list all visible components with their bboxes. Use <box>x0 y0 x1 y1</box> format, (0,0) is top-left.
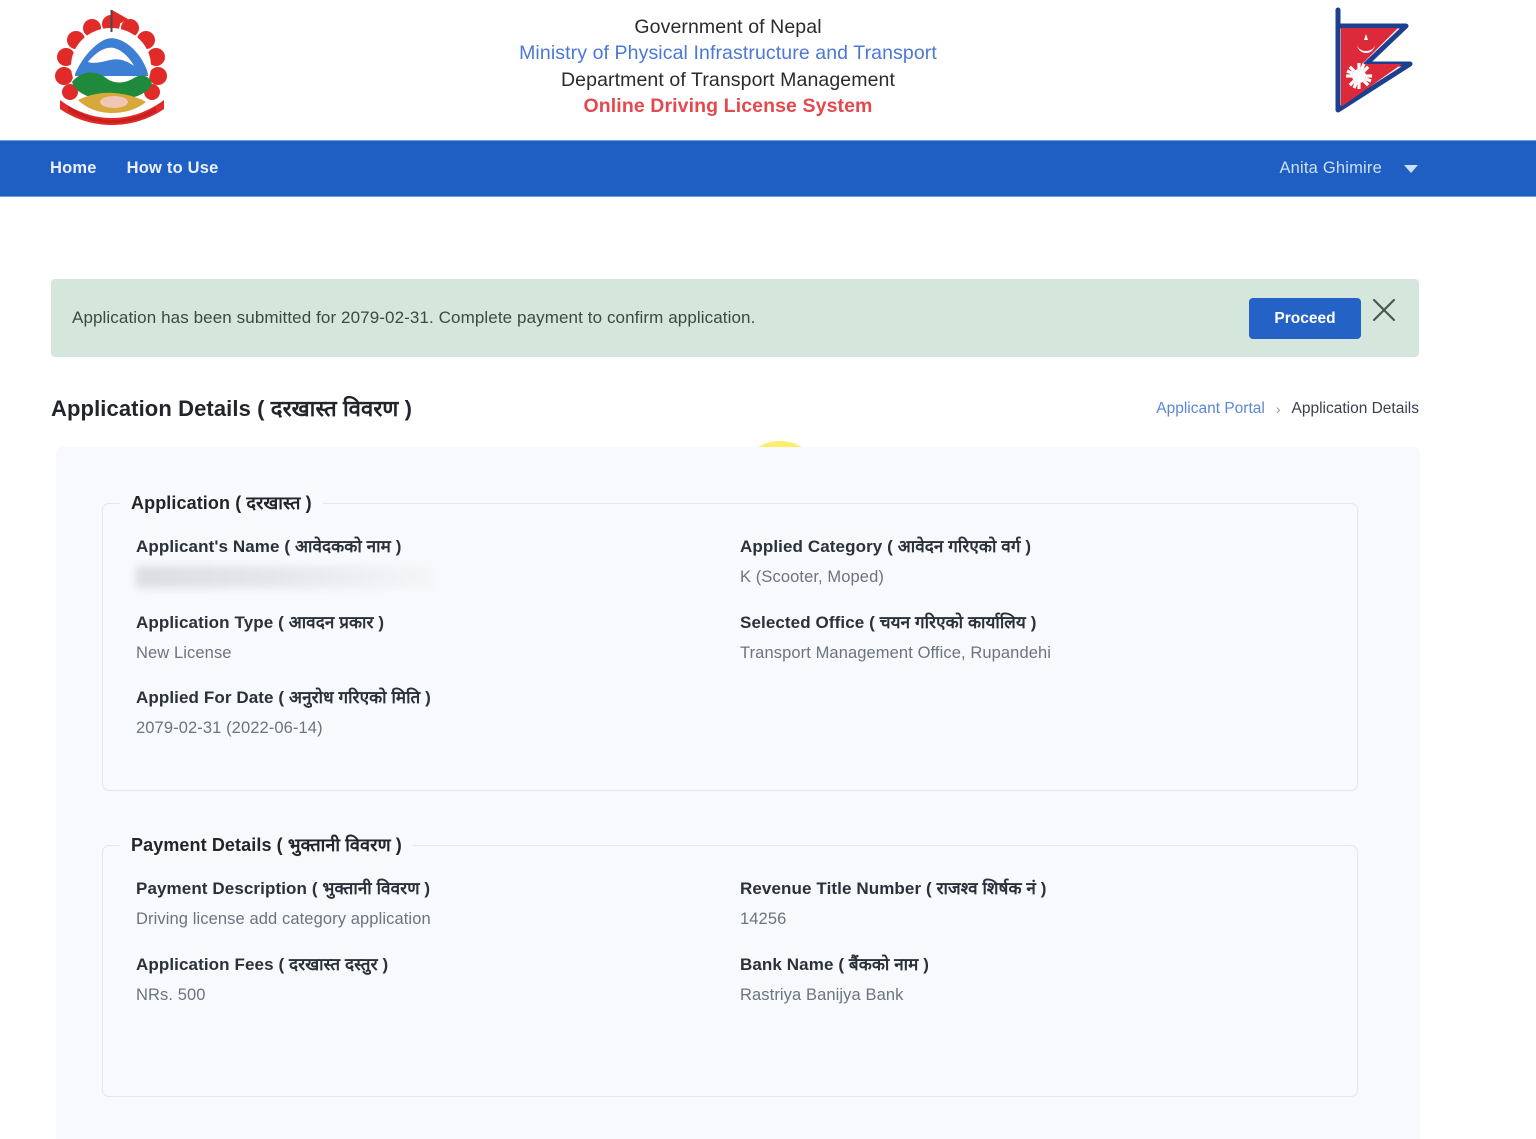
field-selected-office: Selected Office ( चयन गरिएको कार्यालिय )… <box>740 612 1051 664</box>
field-label: Applied For Date ( अनुरोध गरिएको मिति ) <box>136 688 431 707</box>
field-value: Driving license add category application <box>136 910 431 929</box>
field-value: K (Scooter, Moped) <box>740 568 884 587</box>
submission-alert: Application has been submitted for 2079-… <box>51 279 1419 357</box>
application-section-legend: Application ( दरखास्त ) <box>120 491 323 515</box>
field-application-fees: Application Fees ( दरखास्त दस्तुर ) NRs.… <box>136 954 388 1006</box>
field-value: Rastriya Banijya Bank <box>740 986 904 1005</box>
payment-details-section: Payment Details ( भुक्तानी विवरण ) Payme… <box>102 833 1358 1097</box>
field-value: NRs. 500 <box>136 986 206 1005</box>
field-applicants-name: Applicant's Name ( आवेदकको नाम ) <box>136 536 432 589</box>
nepal-flag-icon <box>1332 6 1428 116</box>
main-navbar: Home How to Use Anita Ghimire <box>0 140 1536 197</box>
field-label: Application Type ( आवदन प्रकार ) <box>136 613 385 632</box>
field-bank-name: Bank Name ( बैंकको नाम ) Rastriya Banijy… <box>740 954 929 1006</box>
field-payment-description: Payment Description ( भुक्तानी विवरण ) D… <box>136 878 431 930</box>
page-title: Application Details ( दरखास्त विवरण ) <box>51 396 413 421</box>
site-header: Government of Nepal Ministry of Physical… <box>0 0 1536 140</box>
page-content: Application has been submitted for 2079-… <box>0 197 1536 1139</box>
field-applied-for-date: Applied For Date ( अनुरोध गरिएको मिति ) … <box>136 687 431 739</box>
header-title-block: Government of Nepal Ministry of Physical… <box>0 14 1456 120</box>
chevron-down-icon <box>1404 164 1418 173</box>
field-label: Selected Office ( चयन गरिएको कार्यालिय ) <box>740 613 1037 632</box>
breadcrumb-current: Application Details <box>1291 400 1419 417</box>
user-menu[interactable]: Anita Ghimire <box>1279 159 1418 178</box>
field-label: Payment Description ( भुक्तानी विवरण ) <box>136 879 431 898</box>
field-label: Revenue Title Number ( राजश्व शिर्षक नं … <box>740 879 1047 898</box>
header-line-system: Online Driving License System <box>583 95 873 117</box>
application-section: Application ( दरखास्त ) Applicant's Name… <box>102 491 1358 791</box>
field-value: 2079-02-31 (2022-06-14) <box>136 719 323 738</box>
header-line-ministry: Ministry of Physical Infrastructure and … <box>519 42 937 64</box>
header-line-department: Department of Transport Management <box>561 68 895 91</box>
breadcrumb: Applicant Portal › Application Details <box>1156 400 1419 418</box>
field-label: Applied Category ( आवेदन गरिएको वर्ग ) <box>740 537 1032 556</box>
field-value: 14256 <box>740 910 787 929</box>
field-revenue-title-number: Revenue Title Number ( राजश्व शिर्षक नं … <box>740 878 1047 930</box>
field-value: New License <box>136 644 232 663</box>
breadcrumb-separator-icon: › <box>1275 401 1281 417</box>
field-label: Bank Name ( बैंकको नाम ) <box>740 955 930 974</box>
nav-link-how-to-use[interactable]: How to Use <box>127 159 219 178</box>
nav-link-home[interactable]: Home <box>50 159 97 178</box>
field-label: Application Fees ( दरखास्त दस्तुर ) <box>136 955 389 974</box>
field-application-type: Application Type ( आवदन प्रकार ) New Lic… <box>136 612 384 664</box>
alert-proceed-button[interactable]: Proceed <box>1249 298 1361 339</box>
field-label: Applicant's Name ( आवेदकको नाम ) <box>136 537 402 556</box>
user-menu-name: Anita Ghimire <box>1279 159 1382 177</box>
field-value-redacted <box>136 566 432 589</box>
field-applied-category: Applied Category ( आवेदन गरिएको वर्ग ) K… <box>740 536 1031 588</box>
field-value: Transport Management Office, Rupandehi <box>740 644 1052 663</box>
page-title-row: Application Details ( दरखास्त विवरण ) Ap… <box>51 393 1419 433</box>
navbar-links: Home How to Use <box>0 159 219 178</box>
header-line-government: Government of Nepal <box>634 15 822 38</box>
breadcrumb-applicant-portal[interactable]: Applicant Portal <box>1156 400 1265 418</box>
details-card: Application ( दरखास्त ) Applicant's Name… <box>56 447 1420 1139</box>
close-icon[interactable] <box>1369 295 1399 325</box>
payment-section-legend: Payment Details ( भुक्तानी विवरण ) <box>120 833 413 857</box>
alert-message: Application has been submitted for 2079-… <box>72 308 756 327</box>
